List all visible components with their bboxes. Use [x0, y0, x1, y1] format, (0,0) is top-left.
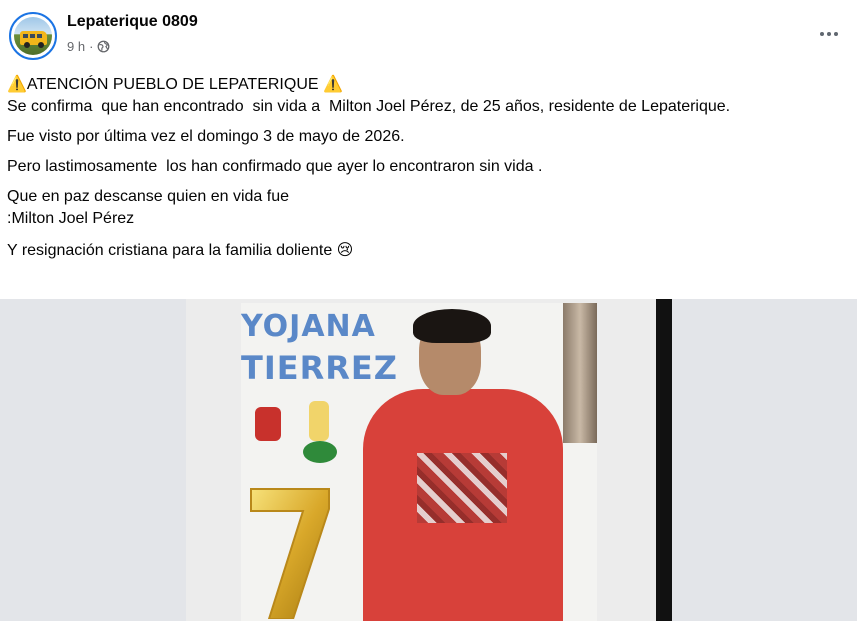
wall-decoration-text: YOJANA: [241, 309, 376, 344]
bus-icon: [20, 31, 47, 48]
page-name-link[interactable]: Lepaterique 0809: [67, 13, 198, 31]
post-header: Lepaterique 0809 9 h ·: [0, 0, 857, 68]
photo-edge: [656, 299, 672, 621]
post-time-link[interactable]: 9 h: [67, 39, 85, 54]
stocking-ornament: [255, 407, 281, 441]
post-text-line: ⚠️ATENCIÓN PUEBLO DE LEPATERIQUE ⚠️: [7, 76, 343, 93]
post-media[interactable]: YOJANA TIERREZ: [0, 299, 857, 621]
globe-icon[interactable]: [97, 40, 110, 53]
post-text-line: Que en paz descanse quien en vida fue: [7, 188, 289, 205]
post-text-line: Se confirma que han encontrado sin vida …: [7, 98, 731, 115]
more-options-icon: [820, 32, 824, 36]
post-text-line: Fue visto por última vez el domingo 3 de…: [7, 128, 405, 145]
more-options-button[interactable]: [815, 22, 843, 46]
person-hair: [413, 309, 491, 343]
avatar-image: [14, 17, 52, 55]
plaid-logo: [417, 453, 507, 523]
post-text-line: :Milton Joel Pérez: [7, 210, 135, 227]
post-text-line: Pero lastimosamente los han confirmado q…: [7, 158, 543, 175]
page-avatar[interactable]: [9, 12, 57, 60]
post-photo[interactable]: YOJANA TIERREZ: [241, 303, 597, 621]
post-text-line: Y resignación cristiana para la familia …: [7, 242, 354, 259]
candle-ornament: [309, 401, 329, 441]
post-meta: 9 h ·: [67, 39, 110, 54]
meta-separator: ·: [89, 39, 94, 54]
number-balloon: [250, 488, 330, 619]
curtain: [563, 303, 597, 443]
post-text: ⚠️ATENCIÓN PUEBLO DE LEPATERIQUE ⚠️ Se c…: [7, 74, 853, 270]
holly-ornament: [303, 441, 337, 463]
wall-decoration-text: TIERREZ: [241, 349, 398, 387]
